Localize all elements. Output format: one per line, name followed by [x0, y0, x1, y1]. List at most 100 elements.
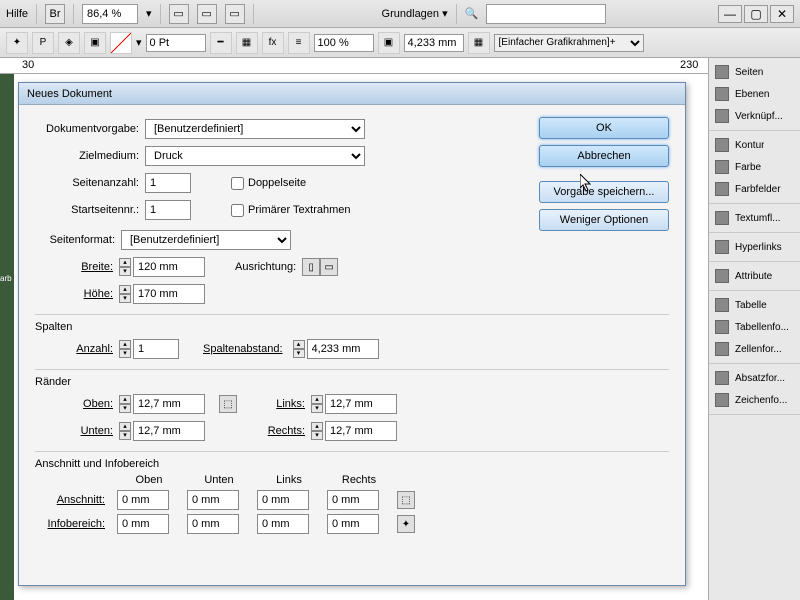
fx-icon[interactable]: fx — [262, 32, 284, 54]
margins-title: Ränder — [35, 376, 669, 388]
portrait-icon[interactable]: ▯ — [302, 258, 320, 276]
panel-label: Tabellenfo... — [735, 322, 789, 333]
tool-icon[interactable]: ▣ — [378, 32, 400, 54]
view-mode-1-icon[interactable]: ▭ — [169, 4, 189, 24]
help-link[interactable]: Hilfe — [6, 8, 28, 20]
control-panel: ✦ P ◈ ▣ ▾ ━ ▦ fx ≡ ▣ ▦ [Einfacher Grafik… — [0, 28, 800, 58]
ok-button[interactable]: OK — [539, 117, 669, 139]
panel-farbfelder[interactable]: Farbfelder — [709, 178, 800, 200]
spinner-icon[interactable]: ▴▾ — [293, 340, 305, 358]
panel-kontur[interactable]: Kontur — [709, 134, 800, 156]
panel-label: Zellenfor... — [735, 344, 782, 355]
tool-icon[interactable]: ━ — [210, 32, 232, 54]
panel-hyperlinks[interactable]: Hyperlinks — [709, 236, 800, 258]
spinner-icon[interactable]: ▴▾ — [311, 422, 323, 440]
hyperlinks-icon — [715, 240, 729, 254]
tool-icon[interactable]: ≡ — [288, 32, 310, 54]
slug-top-input[interactable] — [117, 514, 169, 534]
fill-none-icon[interactable] — [110, 32, 132, 54]
tool-icon[interactable]: ✦ — [6, 32, 28, 54]
landscape-icon[interactable]: ▭ — [320, 258, 338, 276]
panel-farbe[interactable]: Farbe — [709, 156, 800, 178]
tool-icon[interactable]: ▦ — [468, 32, 490, 54]
minimize-icon[interactable]: — — [718, 5, 742, 23]
spinner-icon[interactable]: ▴▾ — [119, 395, 131, 413]
slug-label: Infobereich: — [35, 518, 111, 530]
zoom-dropdown-icon[interactable]: ▾ — [146, 7, 152, 20]
gutter-input[interactable] — [307, 339, 379, 359]
col-header: Unten — [187, 474, 251, 486]
chevron-down-icon[interactable]: ▾ — [136, 36, 142, 49]
margin-bottom-input[interactable] — [133, 421, 205, 441]
slug-left-input[interactable] — [257, 514, 309, 534]
bleed-bottom-input[interactable] — [187, 490, 239, 510]
view-mode-2-icon[interactable]: ▭ — [197, 4, 217, 24]
search-icon: 🔍 — [465, 7, 479, 20]
slug-bottom-input[interactable] — [187, 514, 239, 534]
textumfl-icon — [715, 211, 729, 225]
intent-label: Zielmedium: — [35, 150, 145, 162]
cancel-button[interactable]: Abbrechen — [539, 145, 669, 167]
link-bleed-icon[interactable]: ⬚ — [397, 491, 415, 509]
start-page-input[interactable] — [145, 200, 191, 220]
panel-absatzfor-[interactable]: Absatzfor... — [709, 367, 800, 389]
facing-pages-checkbox[interactable]: Doppelseite — [231, 177, 306, 190]
save-preset-button[interactable]: Vorgabe speichern... — [539, 181, 669, 203]
stroke-weight-input[interactable] — [146, 34, 206, 52]
spinner-icon[interactable]: ▴▾ — [119, 422, 131, 440]
spinner-icon[interactable]: ▴▾ — [311, 395, 323, 413]
bridge-button[interactable]: Br — [45, 4, 65, 24]
height-input[interactable] — [133, 284, 205, 304]
measure-input[interactable] — [404, 34, 464, 52]
panel-tabelle[interactable]: Tabelle — [709, 294, 800, 316]
zellenfor-icon — [715, 342, 729, 356]
spinner-icon[interactable]: ▴▾ — [119, 285, 131, 303]
search-input[interactable] — [486, 4, 606, 24]
opacity-input[interactable] — [314, 34, 374, 52]
tool-icon[interactable]: ▣ — [84, 32, 106, 54]
margin-right-input[interactable] — [325, 421, 397, 441]
tool-icon[interactable]: P — [32, 32, 54, 54]
preset-select[interactable]: [Benutzerdefiniert] — [145, 119, 365, 139]
margin-top-input[interactable] — [133, 394, 205, 414]
pages-input[interactable] — [145, 173, 191, 193]
panel-zellenfor-[interactable]: Zellenfor... — [709, 338, 800, 360]
kontur-icon — [715, 138, 729, 152]
columns-input[interactable] — [133, 339, 179, 359]
panel-zeichenfo-[interactable]: Zeichenfo... — [709, 389, 800, 411]
workspace-selector[interactable]: Grundlagen ▾ — [382, 7, 448, 20]
height-label: Höhe: — [35, 288, 119, 300]
link-slug-icon[interactable]: ✦ — [397, 515, 415, 533]
slug-right-input[interactable] — [327, 514, 379, 534]
zoom-input[interactable] — [82, 4, 138, 24]
intent-select[interactable]: Druck — [145, 146, 365, 166]
width-label: Breite: — [35, 261, 119, 273]
app-toolbar: Hilfe Br ▾ ▭ ▭ ▭ Grundlagen ▾ 🔍 — ▢ ✕ — [0, 0, 800, 28]
primary-text-frame-checkbox[interactable]: Primärer Textrahmen — [231, 204, 351, 217]
spinner-icon[interactable]: ▴▾ — [119, 340, 131, 358]
panel-ebenen[interactable]: Ebenen — [709, 83, 800, 105]
bleed-right-input[interactable] — [327, 490, 379, 510]
view-mode-3-icon[interactable]: ▭ — [225, 4, 245, 24]
margin-left-input[interactable] — [325, 394, 397, 414]
width-input[interactable] — [133, 257, 205, 277]
spinner-icon[interactable]: ▴▾ — [119, 258, 131, 276]
panel-tabellenfo-[interactable]: Tabellenfo... — [709, 316, 800, 338]
bleed-left-input[interactable] — [257, 490, 309, 510]
columns-title: Spalten — [35, 321, 669, 333]
close-icon[interactable]: ✕ — [770, 5, 794, 23]
panel-seiten[interactable]: Seiten — [709, 61, 800, 83]
maximize-icon[interactable]: ▢ — [744, 5, 768, 23]
tool-icon[interactable]: ▦ — [236, 32, 258, 54]
bleed-top-input[interactable] — [117, 490, 169, 510]
panel-attribute[interactable]: Attribute — [709, 265, 800, 287]
panel-label: Farbe — [735, 162, 761, 173]
pagesize-select[interactable]: [Benutzerdefiniert] — [121, 230, 291, 250]
panel-verkn-pf-[interactable]: Verknüpf... — [709, 105, 800, 127]
panel-label: Textumfl... — [735, 213, 781, 224]
tool-icon[interactable]: ◈ — [58, 32, 80, 54]
fewer-options-button[interactable]: Weniger Optionen — [539, 209, 669, 231]
panel-textumfl-[interactable]: Textumfl... — [709, 207, 800, 229]
frame-preset-select[interactable]: [Einfacher Grafikrahmen]+ — [494, 34, 644, 52]
link-margins-icon[interactable]: ⬚ — [219, 395, 237, 413]
